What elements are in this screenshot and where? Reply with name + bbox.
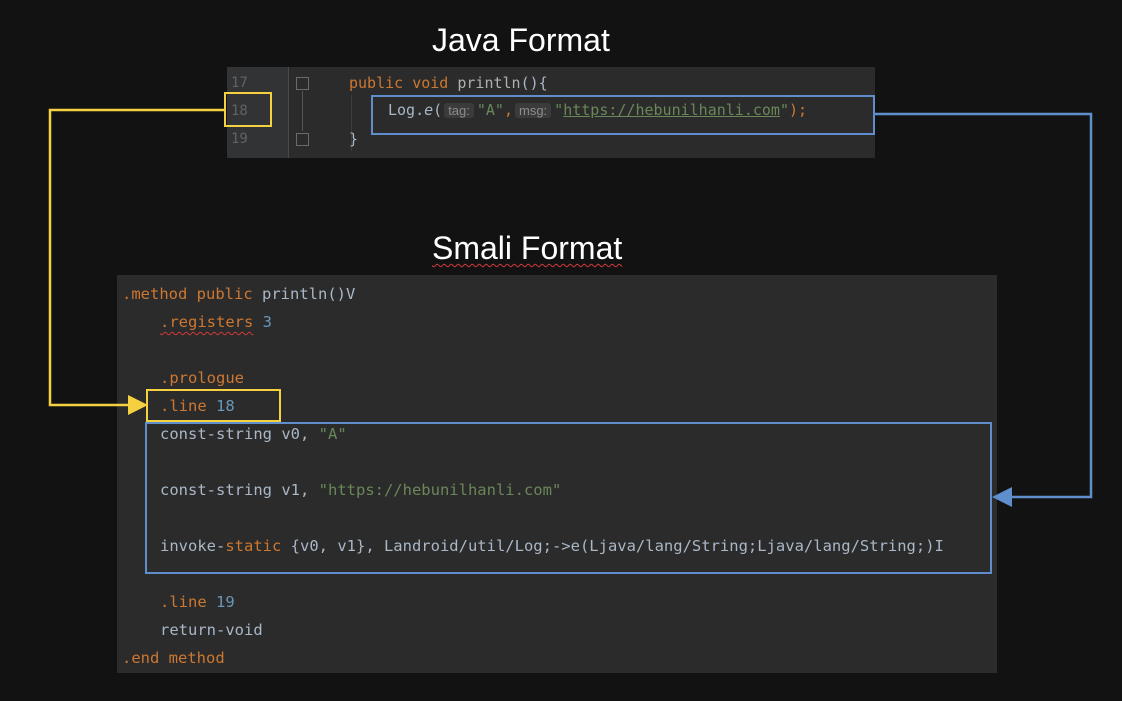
- yellow-connector: [48, 108, 224, 407]
- yellow-arrowhead-icon: [128, 395, 148, 415]
- connector-arrows: [48, 108, 1093, 507]
- blue-connector: [875, 112, 1093, 499]
- blue-arrowhead-icon: [992, 487, 1012, 507]
